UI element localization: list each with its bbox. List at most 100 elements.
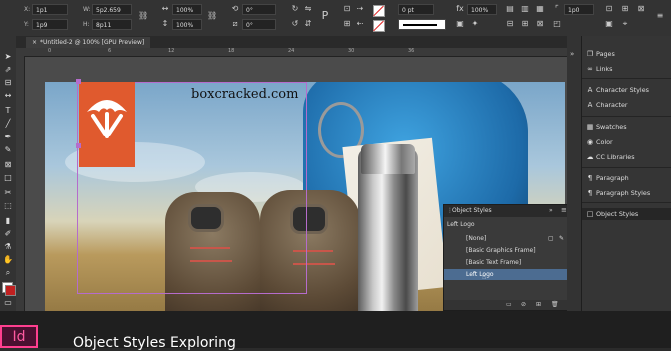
swatches-icon: ▦ — [586, 123, 594, 131]
fit-proportionally-icon[interactable]: ▣ — [604, 19, 614, 29]
rectangle-frame-tool-icon[interactable]: ⊠ — [3, 160, 13, 170]
dock-item-paragraph[interactable]: ¶ Paragraph — [582, 172, 671, 184]
frame-handle[interactable] — [76, 143, 81, 148]
collapse-dock-icon[interactable]: » — [570, 50, 574, 58]
zoom-tool-icon[interactable]: ⌕ — [3, 268, 13, 278]
collapse-panel-icon[interactable]: » — [549, 207, 553, 214]
control-bar: X: 1p1 Y: 1p9 W: 5p2.659 H: 8p11 ⛓ ↔ 100… — [0, 0, 671, 37]
horizontal-ruler[interactable]: 0 6 12 18 24 30 36 — [16, 48, 567, 57]
constrain-proportions-icon[interactable]: ⛓ — [138, 11, 148, 21]
rotate-90-ccw-icon[interactable]: ↺ — [290, 19, 300, 29]
control-panel-menu-icon[interactable]: ≡ — [655, 11, 665, 21]
paragraph-icon: ¶ — [587, 174, 593, 182]
object-styles-panel-title[interactable]: Object Styles — [452, 207, 492, 214]
style-row-none[interactable]: [None] ▢ ✎ — [444, 233, 569, 244]
logo-frame[interactable] — [79, 82, 135, 167]
close-tab-icon[interactable]: × — [32, 39, 37, 46]
parachute-logo-icon — [87, 100, 127, 138]
select-container-icon[interactable]: ⊡ — [342, 4, 352, 14]
stroke-proxy-swatch[interactable] — [5, 285, 16, 296]
select-next-icon[interactable]: ⇢ — [355, 4, 365, 14]
dock-item-label: Paragraph — [596, 174, 629, 182]
align-left-icon[interactable]: ⊟ — [505, 19, 515, 29]
style-row-basic-graphics-frame[interactable]: [Basic Graphics Frame] — [444, 245, 569, 256]
select-previous-icon[interactable]: ⇠ — [355, 19, 365, 29]
dock-item-object-styles[interactable]: □ Object Styles — [582, 208, 671, 220]
stroke-weight-field[interactable]: 0 pt — [398, 4, 434, 15]
clear-overrides-icon[interactable]: ⊘ — [521, 301, 526, 308]
note-tool-icon[interactable]: ✐ — [3, 229, 13, 239]
pen-tool-icon[interactable]: ✒ — [3, 132, 13, 142]
pencil-tool-icon[interactable]: ✎ — [3, 145, 13, 155]
new-group-icon[interactable]: ▭ — [506, 301, 512, 308]
direct-selection-tool-icon[interactable]: ⇗ — [3, 65, 13, 75]
eyedropper-tool-icon[interactable]: ⚗ — [3, 242, 13, 252]
drop-shadow-icon[interactable]: ▣ — [455, 19, 465, 29]
vertical-ruler[interactable] — [16, 56, 25, 311]
select-content-icon[interactable]: ⊞ — [342, 19, 352, 29]
line-tool-icon[interactable]: ╱ — [3, 119, 13, 129]
fx-icon[interactable]: fx — [455, 4, 465, 14]
fill-swatch[interactable] — [373, 5, 385, 17]
dock-item-character[interactable]: A Character — [582, 99, 671, 111]
shear-field[interactable]: 0° — [242, 19, 276, 30]
new-style-icon[interactable]: ⊞ — [536, 301, 541, 308]
text-wrap-shape-icon[interactable]: ▦ — [535, 4, 545, 14]
x-field[interactable]: 1p1 — [32, 4, 68, 15]
panel-dock: ❐ Pages ∞ Links A Character Styles A Cha… — [581, 36, 671, 311]
auto-fit-icon[interactable]: ⊡ — [604, 4, 614, 14]
rotate-90-cw-icon[interactable]: ↻ — [290, 4, 300, 14]
dock-item-label: Swatches — [596, 123, 627, 131]
gap-tool-icon[interactable]: ↔ — [3, 91, 13, 101]
link-scale-icon[interactable]: ⛓ — [207, 11, 217, 21]
view-mode-icon[interactable]: ▭ — [3, 298, 13, 308]
selection-tool-icon[interactable]: ➤ — [3, 52, 13, 62]
flip-vertical-icon[interactable]: ⇵ — [303, 19, 313, 29]
scissors-tool-icon[interactable]: ✂ — [3, 188, 13, 198]
w-field[interactable]: 5p2.659 — [92, 4, 132, 15]
frame-fitting-icon[interactable]: ⊠ — [535, 19, 545, 29]
corner-size-field[interactable]: 1p0 — [564, 4, 594, 15]
page-tool-icon[interactable]: ⊟ — [3, 78, 13, 88]
panel-menu-icon[interactable]: ≡ — [561, 206, 567, 214]
h-field[interactable]: 8p11 — [92, 19, 132, 30]
character-styles-icon: A — [587, 86, 593, 94]
fill-frame-icon[interactable]: ⊠ — [636, 4, 646, 14]
style-row-left-logo[interactable]: Left Logo ☝ — [444, 269, 569, 281]
align-center-icon[interactable]: ⊞ — [520, 19, 530, 29]
dock-item-swatches[interactable]: ▦ Swatches — [582, 121, 671, 133]
y-field[interactable]: 1p9 — [32, 19, 68, 30]
scale-x-field[interactable]: 100% — [172, 4, 202, 15]
type-tool-icon[interactable]: T — [3, 106, 13, 116]
dock-item-paragraph-styles[interactable]: ¶ Paragraph Styles — [582, 187, 671, 199]
document-tab[interactable]: × *Untitled-2 @ 100% [GPU Preview] — [26, 37, 151, 48]
opacity-field[interactable]: 100% — [467, 4, 497, 15]
free-transform-tool-icon[interactable]: ⬚ — [3, 201, 13, 211]
text-wrap-none-icon[interactable]: ▤ — [505, 4, 515, 14]
hand-tool-icon[interactable]: ✋ — [3, 255, 13, 265]
dock-item-pages[interactable]: ❐ Pages — [582, 48, 671, 60]
scale-y-field[interactable]: 100% — [172, 19, 202, 30]
dock-item-links[interactable]: ∞ Links — [582, 63, 671, 75]
dock-item-character-styles[interactable]: A Character Styles — [582, 84, 671, 96]
rotate-field[interactable]: 0° — [242, 4, 276, 15]
dock-item-cc-libraries[interactable]: ☁ CC Libraries — [582, 151, 671, 163]
text-wrap-bounding-icon[interactable]: ▥ — [520, 4, 530, 14]
corner-options-icon[interactable]: ◰ — [552, 19, 562, 29]
paragraph-p-icon[interactable]: P — [320, 10, 330, 21]
stroke-type-dropdown[interactable] — [398, 19, 446, 30]
effects-icon[interactable]: ✦ — [470, 19, 480, 29]
object-styles-panel-header[interactable]: ⋮ Object Styles » ≡ — [444, 205, 569, 217]
flip-horizontal-icon[interactable]: ⇋ — [303, 4, 313, 14]
corner-shape-icon[interactable]: ⌜ — [552, 4, 562, 14]
delete-style-icon[interactable]: 🗑 — [551, 301, 559, 308]
rectangle-tool-icon[interactable]: □ — [3, 173, 13, 183]
stroke-swatch[interactable] — [373, 20, 385, 32]
gradient-tool-icon[interactable]: ▮ — [3, 216, 13, 226]
dock-item-color[interactable]: ◉ Color — [582, 136, 671, 148]
fit-content-icon[interactable]: ⊞ — [620, 4, 630, 14]
center-content-icon[interactable]: ⌖ — [620, 19, 630, 29]
dock-separator — [582, 202, 671, 203]
frame-handle[interactable] — [76, 79, 81, 84]
style-row-basic-text-frame[interactable]: [Basic Text Frame] — [444, 257, 569, 268]
